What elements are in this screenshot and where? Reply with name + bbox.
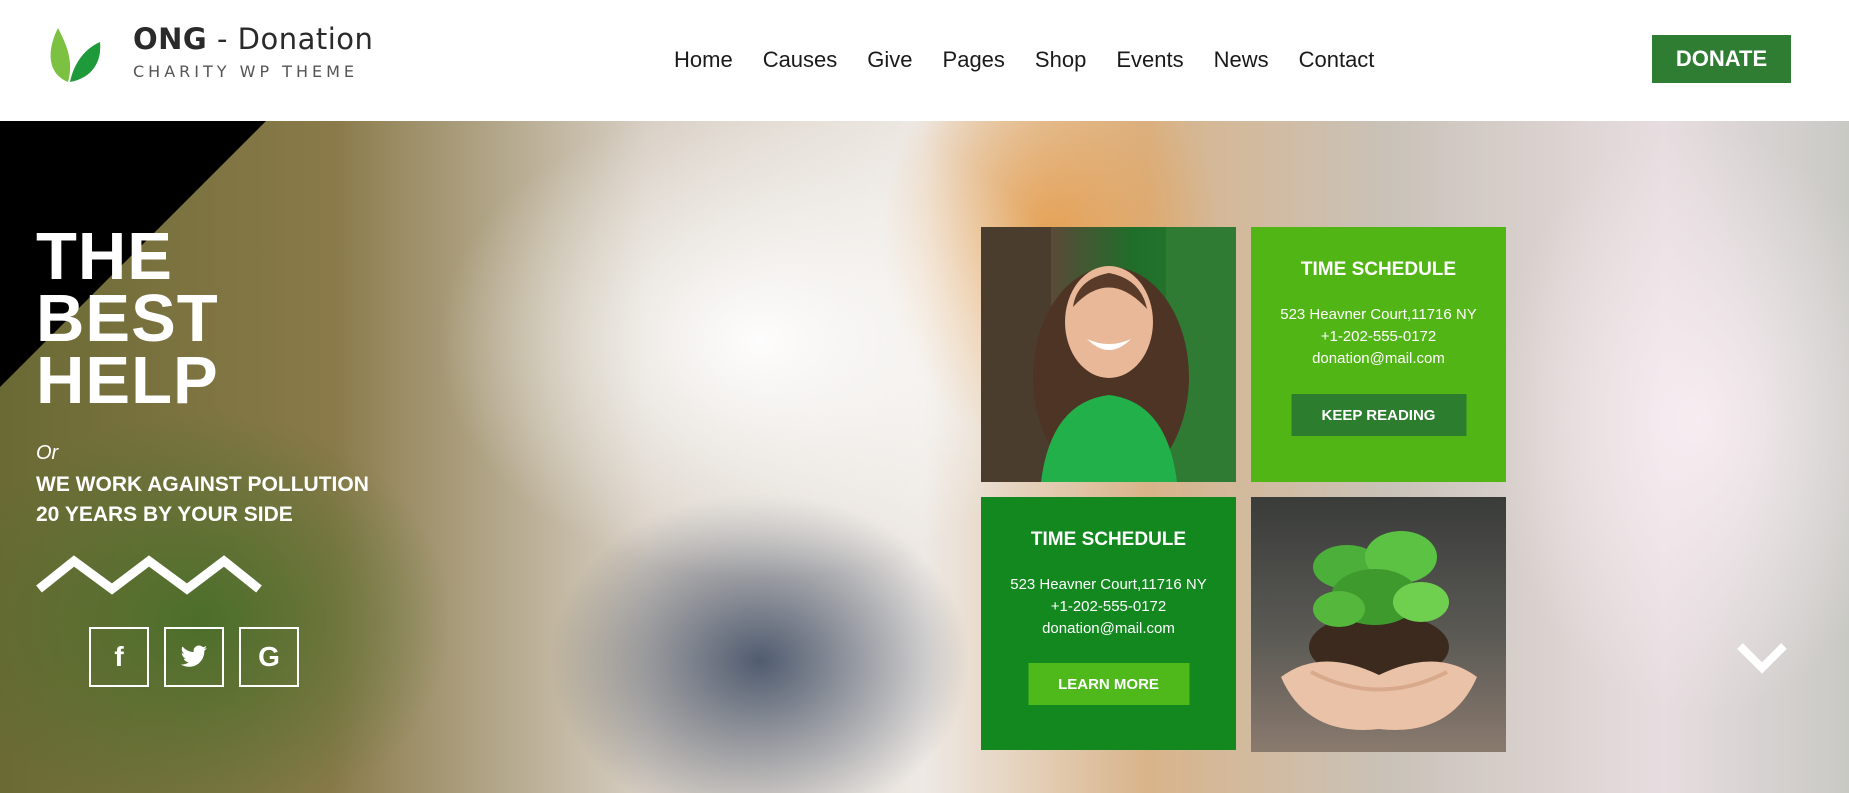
photo-tile-plant xyxy=(1251,497,1506,752)
scroll-down-chevron-icon[interactable] xyxy=(1734,640,1790,676)
nav-shop[interactable]: Shop xyxy=(1035,47,1086,73)
hero-title: THE BEST HELP xyxy=(36,219,219,418)
hero-line-2: 20 YEARS BY YOUR SIDE xyxy=(36,503,293,526)
card-address: 523 Heavner Court,11716 NY xyxy=(1280,306,1477,323)
leaf-logo-icon[interactable] xyxy=(44,22,102,84)
donate-button[interactable]: DONATE xyxy=(1652,35,1791,83)
brand-title: ONG - Donation xyxy=(133,22,374,56)
hero-or: Or xyxy=(36,442,59,464)
card-phone: +1-202-555-0172 xyxy=(1320,328,1437,345)
time-schedule-card-2: TIME SCHEDULE 523 Heavner Court,11716 NY… xyxy=(981,497,1236,750)
site-header: ONG - Donation CHARITY WP THEME Home Cau… xyxy=(0,0,1849,121)
nav-give[interactable]: Give xyxy=(867,47,912,73)
nav-home[interactable]: Home xyxy=(674,47,733,73)
nav-news[interactable]: News xyxy=(1214,47,1269,73)
zigzag-divider xyxy=(36,555,262,595)
nav-contact[interactable]: Contact xyxy=(1299,47,1375,73)
brand-subtitle: CHARITY WP THEME xyxy=(133,62,358,81)
google-icon[interactable]: G xyxy=(239,627,299,687)
keep-reading-button[interactable]: KEEP READING xyxy=(1291,394,1466,436)
learn-more-button[interactable]: LEARN MORE xyxy=(1028,663,1189,705)
card-phone: +1-202-555-0172 xyxy=(1050,598,1167,615)
twitter-bird-icon xyxy=(180,645,207,667)
nav-pages[interactable]: Pages xyxy=(943,47,1005,73)
card-address: 523 Heavner Court,11716 NY xyxy=(1010,576,1207,593)
nav-causes[interactable]: Causes xyxy=(763,47,838,73)
nav-events[interactable]: Events xyxy=(1116,47,1183,73)
card-email: donation@mail.com xyxy=(1312,350,1445,367)
brand[interactable]: ONG - Donation CHARITY WP THEME xyxy=(133,22,373,81)
card-title: TIME SCHEDULE xyxy=(1030,529,1187,550)
card-title: TIME SCHEDULE xyxy=(1300,259,1457,280)
twitter-icon[interactable] xyxy=(164,627,224,687)
time-schedule-card-1: TIME SCHEDULE 523 Heavner Court,11716 NY… xyxy=(1251,227,1506,482)
photo-tile-woman xyxy=(981,227,1236,482)
facebook-icon[interactable]: f xyxy=(89,627,149,687)
hero-title-line: THE xyxy=(36,219,173,294)
main-nav: Home Causes Give Pages Shop Events News … xyxy=(674,47,1404,73)
hero-line-1: WE WORK AGAINST POLLUTION xyxy=(36,473,369,496)
woman-portrait-image xyxy=(981,227,1236,482)
hero-section: THE BEST HELP Or WE WORK AGAINST POLLUTI… xyxy=(0,121,1849,793)
plant-in-hands-image xyxy=(1281,531,1477,730)
card-email: donation@mail.com xyxy=(1042,620,1175,637)
hero-title-line: BEST xyxy=(36,281,219,356)
hero-title-line: HELP xyxy=(36,343,219,418)
